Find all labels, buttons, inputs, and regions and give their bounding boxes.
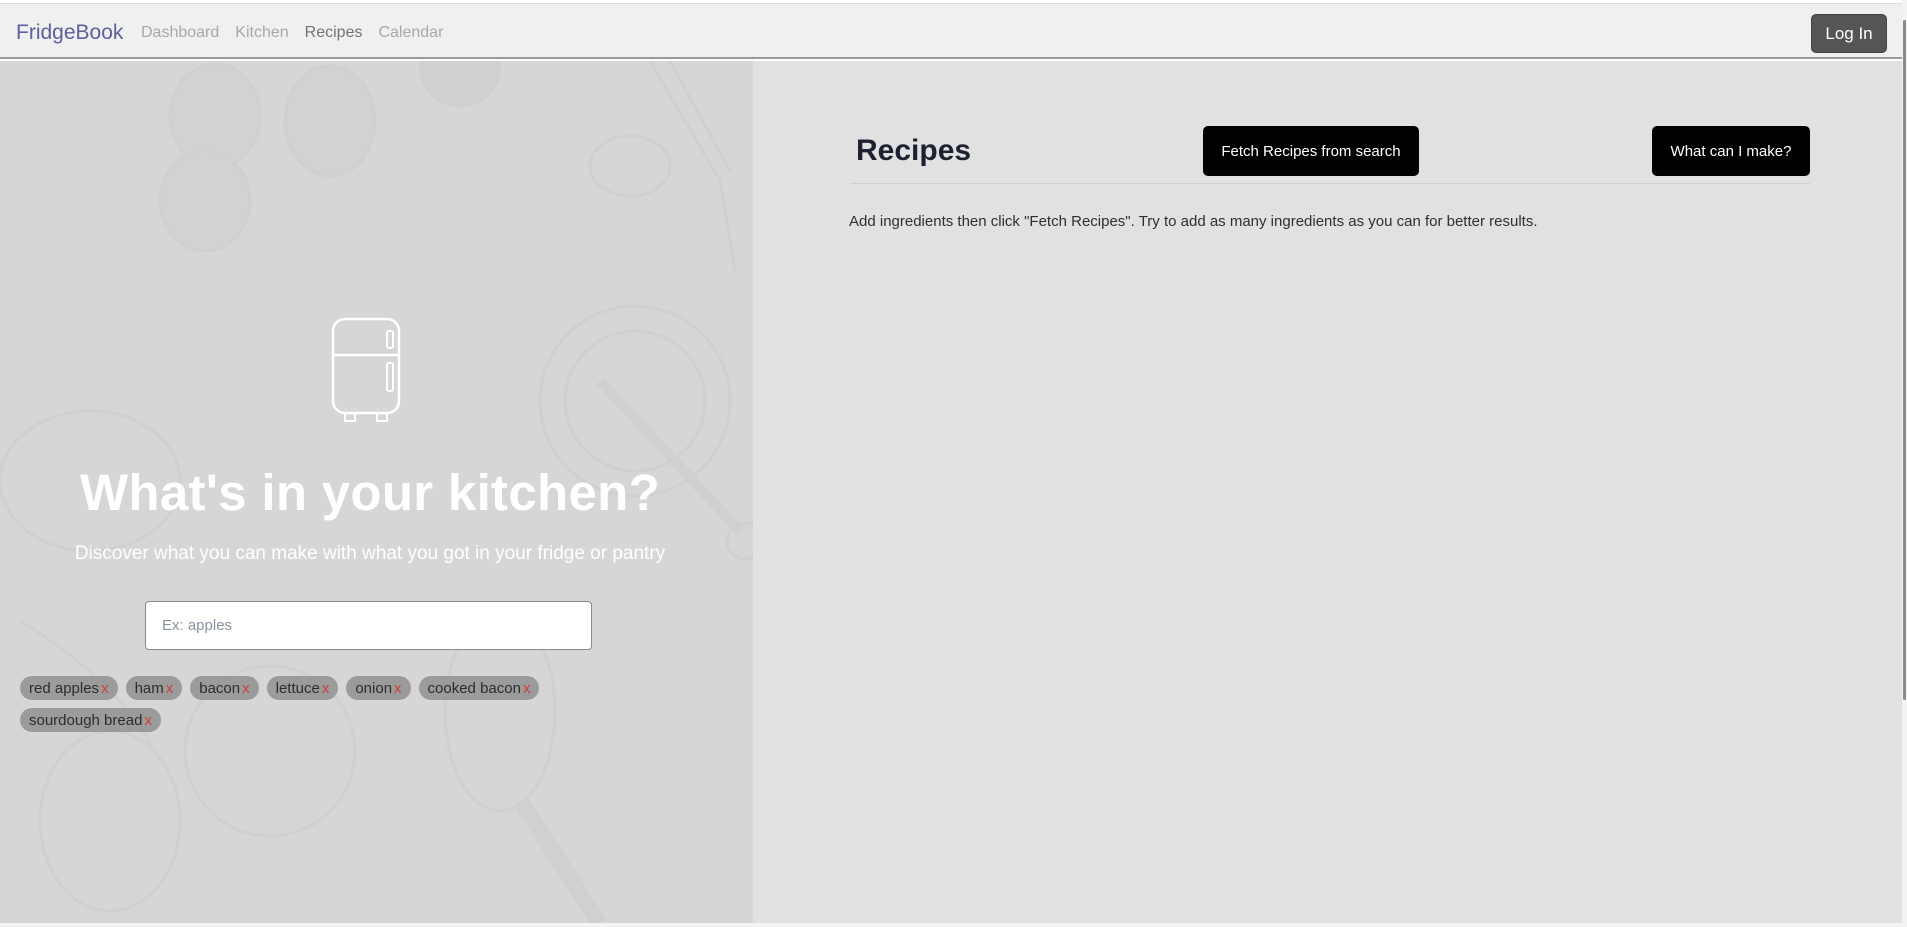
scrollbar-thumb[interactable]	[1903, 20, 1906, 700]
remove-ingredient-button[interactable]: x	[523, 680, 531, 697]
ingredient-search-input[interactable]	[145, 601, 592, 650]
remove-ingredient-button[interactable]: x	[144, 712, 152, 729]
ingredient-tag-label: lettuce	[275, 679, 320, 697]
nav-link-dashboard[interactable]: Dashboard	[141, 24, 219, 42]
hero-subtitle: Discover what you can make with what you…	[74, 543, 666, 564]
login-button[interactable]: Log In	[1811, 14, 1887, 53]
ingredient-tag-label: ham	[134, 679, 164, 697]
ingredient-tag-label: onion	[355, 679, 393, 697]
recipes-helper-text: Add ingredients then click "Fetch Recipe…	[849, 213, 1538, 230]
ingredient-tag-label: red apples	[29, 679, 100, 697]
top-navbar: FridgeBook Dashboard Kitchen Recipes Cal…	[0, 3, 1902, 59]
ingredient-tag: ham x	[125, 676, 183, 700]
nav-links: Dashboard Kitchen Recipes Calendar	[141, 24, 459, 42]
ingredient-tag: cooked bacon x	[418, 676, 540, 700]
recipes-divider	[850, 183, 1810, 184]
remove-ingredient-button[interactable]: x	[166, 680, 174, 697]
ingredient-tag-label: bacon	[199, 679, 241, 697]
ingredient-tag: lettuce x	[266, 676, 339, 700]
remove-ingredient-button[interactable]: x	[242, 680, 250, 697]
ingredient-tag-list: red apples x ham x bacon x lettuce x onion x …	[20, 676, 620, 740]
ingredient-tag: sourdough bread x	[20, 708, 161, 732]
brand-logo-link[interactable]: FridgeBook	[16, 21, 123, 45]
recipes-title: Recipes	[856, 134, 972, 167]
what-can-i-make-button[interactable]: What can I make?	[1652, 126, 1810, 176]
remove-ingredient-button[interactable]: x	[101, 680, 109, 697]
ingredient-tag: red apples x	[20, 676, 118, 700]
ingredient-tag: bacon x	[190, 676, 259, 700]
ingredient-tag-label: sourdough bread	[29, 711, 143, 729]
nav-link-kitchen[interactable]: Kitchen	[235, 24, 288, 42]
remove-ingredient-button[interactable]: x	[394, 680, 402, 697]
ingredient-tag: onion x	[346, 676, 411, 700]
fridge-icon	[331, 317, 401, 422]
recipes-panel	[753, 61, 1902, 923]
remove-ingredient-button[interactable]: x	[322, 680, 330, 697]
fetch-recipes-button[interactable]: Fetch Recipes from search	[1203, 126, 1419, 176]
hero-section: What's in your kitchen? Discover what yo…	[0, 61, 753, 923]
hero-title: What's in your kitchen?	[79, 464, 661, 521]
nav-link-calendar[interactable]: Calendar	[378, 24, 443, 42]
ingredient-tag-label: cooked bacon	[427, 679, 521, 697]
bottom-edge	[0, 923, 1907, 927]
nav-link-recipes[interactable]: Recipes	[305, 24, 363, 42]
